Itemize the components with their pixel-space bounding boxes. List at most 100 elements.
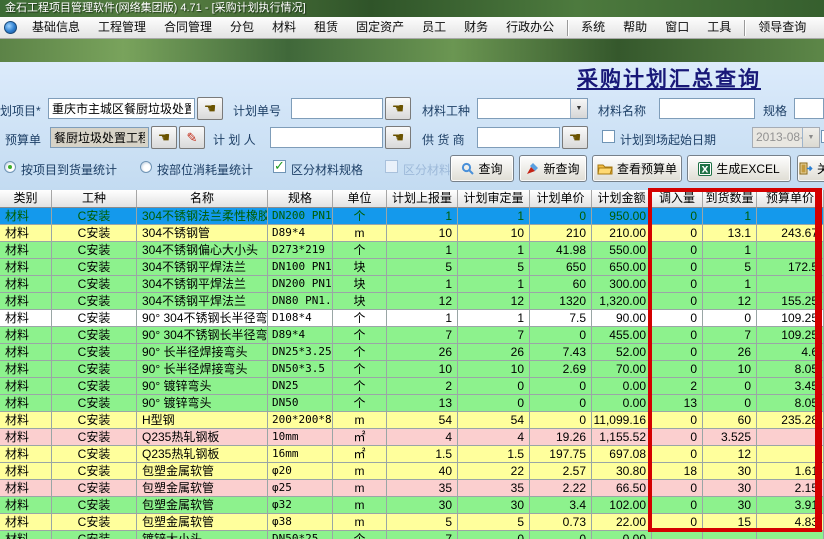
table-row[interactable]: 材料C安装Q235热轧钢板10mm㎡4419.261,155.5203.525 <box>0 429 824 446</box>
table-row[interactable]: 材料C安装304不锈钢平焊法兰DN80 PN1.0块121213201,320.… <box>0 293 824 310</box>
plan-no-input[interactable] <box>291 98 383 119</box>
table-row[interactable]: 材料C安装90° 镀锌弯头DN50个13000.001308.05 <box>0 395 824 412</box>
column-header[interactable]: 规格 <box>268 190 333 208</box>
supplier-picker-button[interactable]: ☚ <box>562 126 588 149</box>
table-cell: 12 <box>703 446 757 463</box>
table-row[interactable]: 材料C安装90° 长半径焊接弯头DN50*3.5个10102.6970.0001… <box>0 361 824 378</box>
table-row[interactable]: 材料C安装H型钢200*200*8*m5454011,099.16060235.… <box>0 412 824 429</box>
column-header[interactable]: 计划金额 <box>592 190 652 208</box>
table-cell: 90° 304不锈钢长半径弯 <box>137 310 268 327</box>
table-cell: 0 <box>530 378 592 395</box>
spec-input[interactable] <box>794 98 824 119</box>
table-row[interactable]: 材料C安装包塑金属软管φ32m30303.4102.000303.91 <box>0 497 824 514</box>
table-cell: 0 <box>652 276 703 293</box>
by-part-radio[interactable] <box>140 161 152 173</box>
column-header[interactable]: 计划上报量 <box>387 190 458 208</box>
menu-item-1[interactable]: 工程管理 <box>89 17 155 38</box>
table-cell: 个 <box>333 395 387 412</box>
project-picker-button[interactable]: ☚ <box>197 97 223 120</box>
menu-item-6[interactable]: 固定资产 <box>347 17 413 38</box>
column-header[interactable]: 类别 <box>0 190 52 208</box>
table-cell: 0 <box>530 208 592 225</box>
material-name-input[interactable] <box>659 98 755 119</box>
menu-item-9[interactable]: 行政办公 <box>497 17 563 38</box>
column-header[interactable]: 单位 <box>333 190 387 208</box>
table-cell: 0 <box>652 429 703 446</box>
table-cell: 2.69 <box>530 361 592 378</box>
menu-item-3[interactable]: 分包 <box>221 17 263 38</box>
hand-pointer-icon: ☚ <box>204 100 217 116</box>
close-button[interactable]: 关 <box>797 155 824 182</box>
budget-picker-button[interactable]: ☚ <box>151 126 177 149</box>
view-budget-button[interactable]: 查看预算单 <box>592 155 682 182</box>
arrival-date-checkbox[interactable] <box>602 130 615 143</box>
table-cell: 个 <box>333 310 387 327</box>
menu-item-7[interactable]: 员工 <box>413 17 455 38</box>
table-cell: 30 <box>703 480 757 497</box>
table-row[interactable]: 材料C安装304不锈钢管D89*4m1010210210.00013.1243.… <box>0 225 824 242</box>
column-header[interactable]: 计划单价 <box>530 190 592 208</box>
planner-input[interactable] <box>270 127 383 148</box>
table-cell: m <box>333 480 387 497</box>
menu-item-16[interactable]: 领导查询 <box>749 17 815 38</box>
menu-item-14[interactable]: 工具 <box>698 17 740 38</box>
new-query-button[interactable]: 新查询 <box>519 155 587 182</box>
table-row[interactable]: 材料C安装304不锈钢平焊法兰DN100 PN1.0块55650650.0005… <box>0 259 824 276</box>
by-project-radio[interactable] <box>4 161 16 173</box>
table-row[interactable]: 材料C安装90° 304不锈钢长半径弯D108*4个117.590.000010… <box>0 310 824 327</box>
table-row[interactable]: 材料C安装包塑金属软管φ25m35352.2266.500302.15 <box>0 480 824 497</box>
table-cell: C安装 <box>52 310 137 327</box>
table-cell: 2 <box>387 378 458 395</box>
plan-no-picker-button[interactable]: ☚ <box>385 97 411 120</box>
menu-item-11[interactable]: 系统 <box>572 17 614 38</box>
table-cell: 0 <box>703 378 757 395</box>
budget-edit-button[interactable]: ✎ <box>179 126 205 149</box>
column-header[interactable]: 预算单价 <box>757 190 824 208</box>
column-header[interactable]: 到货数量 <box>703 190 757 208</box>
column-header[interactable]: 工种 <box>52 190 137 208</box>
table-row[interactable]: 材料C安装90° 长半径焊接弯头DN25*3.25个26267.4352.000… <box>0 344 824 361</box>
menu-item-5[interactable]: 租赁 <box>305 17 347 38</box>
column-header[interactable]: 计划审定量 <box>458 190 530 208</box>
mdi-background <box>0 39 824 62</box>
table-cell: 54 <box>458 412 530 429</box>
menu-item-17[interactable]: 快捷单据 <box>815 17 824 38</box>
chevron-down-icon[interactable]: ▼ <box>570 99 587 118</box>
menu-item-2[interactable]: 合同管理 <box>155 17 221 38</box>
table-row[interactable]: 材料C安装304不锈钢偏心大小头D273*219个1141.98550.0001 <box>0 242 824 259</box>
menu-item-13[interactable]: 窗口 <box>656 17 698 38</box>
table-body: 材料C安装304不锈钢法兰柔性橡胶DN200 PN1.0个110950.0001… <box>0 208 824 539</box>
column-header[interactable]: 名称 <box>137 190 268 208</box>
table-row[interactable]: 材料C安装Q235热轧钢板16mm㎡1.51.5197.75697.08012 <box>0 446 824 463</box>
query-button[interactable]: 查询 <box>450 155 514 182</box>
table-cell: 0 <box>652 327 703 344</box>
menu-separator <box>744 20 745 36</box>
export-excel-button[interactable]: X 生成EXCEL <box>687 155 791 182</box>
table-cell: 304不锈钢偏心大小头 <box>137 242 268 259</box>
table-cell: 0.00 <box>592 378 652 395</box>
table-cell: 12 <box>458 293 530 310</box>
menu-item-8[interactable]: 财务 <box>455 17 497 38</box>
table-row[interactable]: 材料C安装90° 304不锈钢长半径弯D89*4个770455.0007109.… <box>0 327 824 344</box>
table-row[interactable]: 材料C安装包塑金属软管φ38m550.7322.000154.83 <box>0 514 824 531</box>
planner-picker-button[interactable]: ☚ <box>385 126 411 149</box>
menu-item-4[interactable]: 材料 <box>263 17 305 38</box>
menu-item-12[interactable]: 帮助 <box>614 17 656 38</box>
table-row[interactable]: 材料C安装304不锈钢法兰柔性橡胶DN200 PN1.0个110950.0001 <box>0 208 824 225</box>
distinguish-brand-checkbox[interactable] <box>385 160 398 173</box>
arrival-date-select[interactable]: 2013-08-10 ▼ <box>752 127 820 148</box>
column-header[interactable]: 调入量 <box>652 190 703 208</box>
table-row[interactable]: 材料C安装304不锈钢平焊法兰DN200 PN1.0块1160300.0001 <box>0 276 824 293</box>
distinguish-spec-checkbox[interactable] <box>273 160 286 173</box>
material-trade-select[interactable]: ▼ <box>477 98 588 119</box>
app-icon[interactable] <box>4 21 17 34</box>
table-cell: 550.00 <box>592 242 652 259</box>
table-row[interactable]: 材料C安装90° 镀锌弯头DN25个2000.00203.45 <box>0 378 824 395</box>
table-row[interactable]: 材料C安装镀锌大小头DN50*25个7000.00 <box>0 531 824 539</box>
budget-input[interactable] <box>50 127 149 148</box>
menu-item-0[interactable]: 基础信息 <box>23 17 89 38</box>
project-input[interactable] <box>48 98 195 119</box>
table-row[interactable]: 材料C安装包塑金属软管φ20m40222.5730.8018301.61 <box>0 463 824 480</box>
supplier-input[interactable] <box>477 127 560 148</box>
table-cell: 1 <box>458 276 530 293</box>
